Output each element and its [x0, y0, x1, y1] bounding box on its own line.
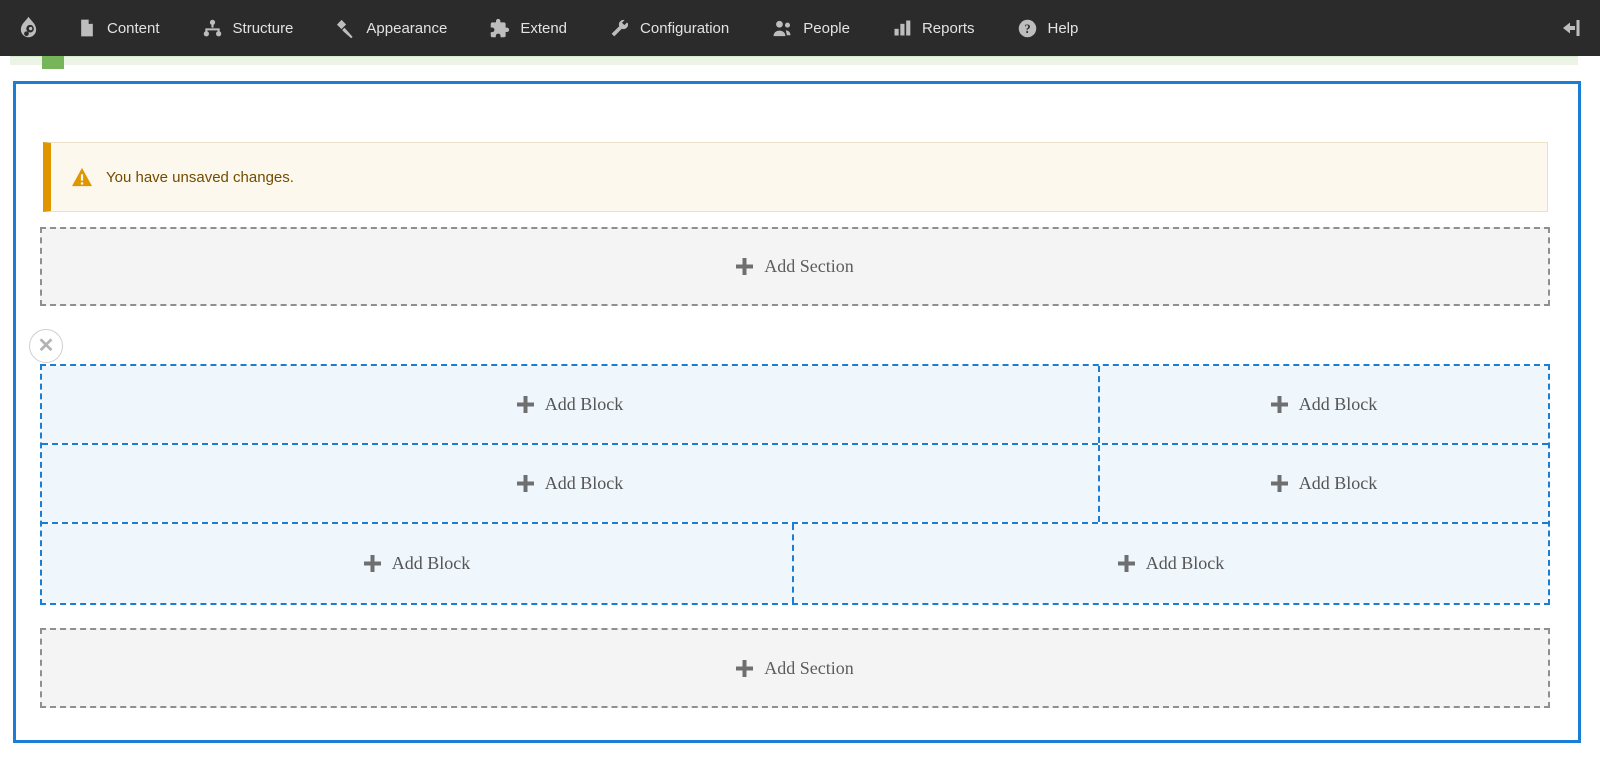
toolbar-item-label: Help	[1047, 19, 1079, 37]
paintbrush-icon	[337, 19, 353, 38]
toolbar-item-label: Appearance	[366, 19, 448, 37]
plus-icon	[516, 475, 534, 492]
toolbar-item-label: Structure	[232, 19, 294, 37]
section-row-1: Add Block Add Block	[42, 366, 1548, 443]
plus-icon	[363, 555, 381, 572]
warning-triangle-icon	[72, 167, 92, 187]
add-block-label: Add Block	[1298, 394, 1378, 414]
close-icon: ✕	[37, 335, 55, 357]
people-icon	[773, 20, 791, 36]
add-section-button-top[interactable]: Add Section	[40, 227, 1550, 306]
sitemap-icon	[203, 19, 221, 36]
add-block-button-r2c2[interactable]: Add Block	[1100, 445, 1548, 522]
layout-builder-frame: You have unsaved changes. Add Section ✕ …	[13, 81, 1581, 743]
puzzle-icon	[491, 18, 510, 37]
toolbar-item-label: Reports	[921, 19, 975, 37]
status-message-accent	[42, 54, 64, 69]
toolbar-item-label: People	[803, 19, 850, 37]
toolbar-orientation-toggle-icon[interactable]	[1544, 0, 1600, 56]
plus-icon	[1117, 555, 1135, 572]
toolbar-item-reports[interactable]: Reports	[871, 0, 996, 56]
add-block-label: Add Block	[1298, 473, 1378, 493]
toolbar-item-people[interactable]: People	[750, 0, 871, 56]
status-message-sliver	[10, 56, 1578, 65]
add-section-label: Add Section	[764, 256, 854, 276]
plus-icon	[736, 659, 754, 677]
toolbar-item-extend[interactable]: Extend	[468, 0, 588, 56]
plus-icon	[736, 258, 754, 275]
warning-message: You have unsaved changes.	[43, 142, 1548, 212]
admin-toolbar: Content Structure Appearance Extend Conf…	[0, 0, 1600, 56]
add-block-button-r2c1[interactable]: Add Block	[42, 445, 1100, 522]
plus-icon	[1270, 396, 1288, 413]
toolbar-item-structure[interactable]: Structure	[181, 0, 315, 56]
toolbar-item-label: Configuration	[640, 19, 730, 37]
toolbar-item-content[interactable]: Content	[56, 0, 181, 56]
drupal-logo-icon[interactable]	[0, 0, 56, 56]
plus-icon	[516, 396, 534, 413]
add-section-button-bottom[interactable]: Add Section	[40, 628, 1550, 708]
document-icon	[81, 19, 93, 37]
plus-icon	[1270, 475, 1288, 492]
toolbar-item-label: Extend	[520, 19, 568, 37]
add-block-button-r1c1[interactable]: Add Block	[42, 366, 1100, 443]
toolbar-item-label: Content	[107, 19, 160, 37]
section-row-3: Add Block Add Block	[42, 522, 1548, 603]
add-block-label: Add Block	[1145, 553, 1225, 573]
layout-section: Add Block Add Block Add Block Add Block …	[40, 364, 1550, 605]
toolbar-item-appearance[interactable]: Appearance	[314, 0, 468, 56]
bar-chart-icon	[894, 20, 911, 36]
remove-section-button[interactable]: ✕	[29, 329, 63, 363]
add-block-label: Add Block	[391, 553, 471, 573]
add-block-button-r1c2[interactable]: Add Block	[1100, 366, 1548, 443]
wrench-icon	[611, 19, 629, 36]
add-block-button-r3c2[interactable]: Add Block	[794, 524, 1548, 603]
add-section-label: Add Section	[764, 657, 854, 678]
toolbar-item-configuration[interactable]: Configuration	[588, 0, 750, 56]
toolbar-item-help[interactable]: ? Help	[996, 0, 1100, 56]
svg-text:?: ?	[1024, 21, 1030, 35]
question-icon: ?	[1018, 19, 1036, 37]
warning-message-text: You have unsaved changes.	[106, 168, 294, 186]
add-block-button-r3c1[interactable]: Add Block	[42, 524, 794, 603]
section-row-2: Add Block Add Block	[42, 443, 1548, 522]
add-block-label: Add Block	[544, 394, 624, 414]
add-block-label: Add Block	[544, 473, 624, 493]
